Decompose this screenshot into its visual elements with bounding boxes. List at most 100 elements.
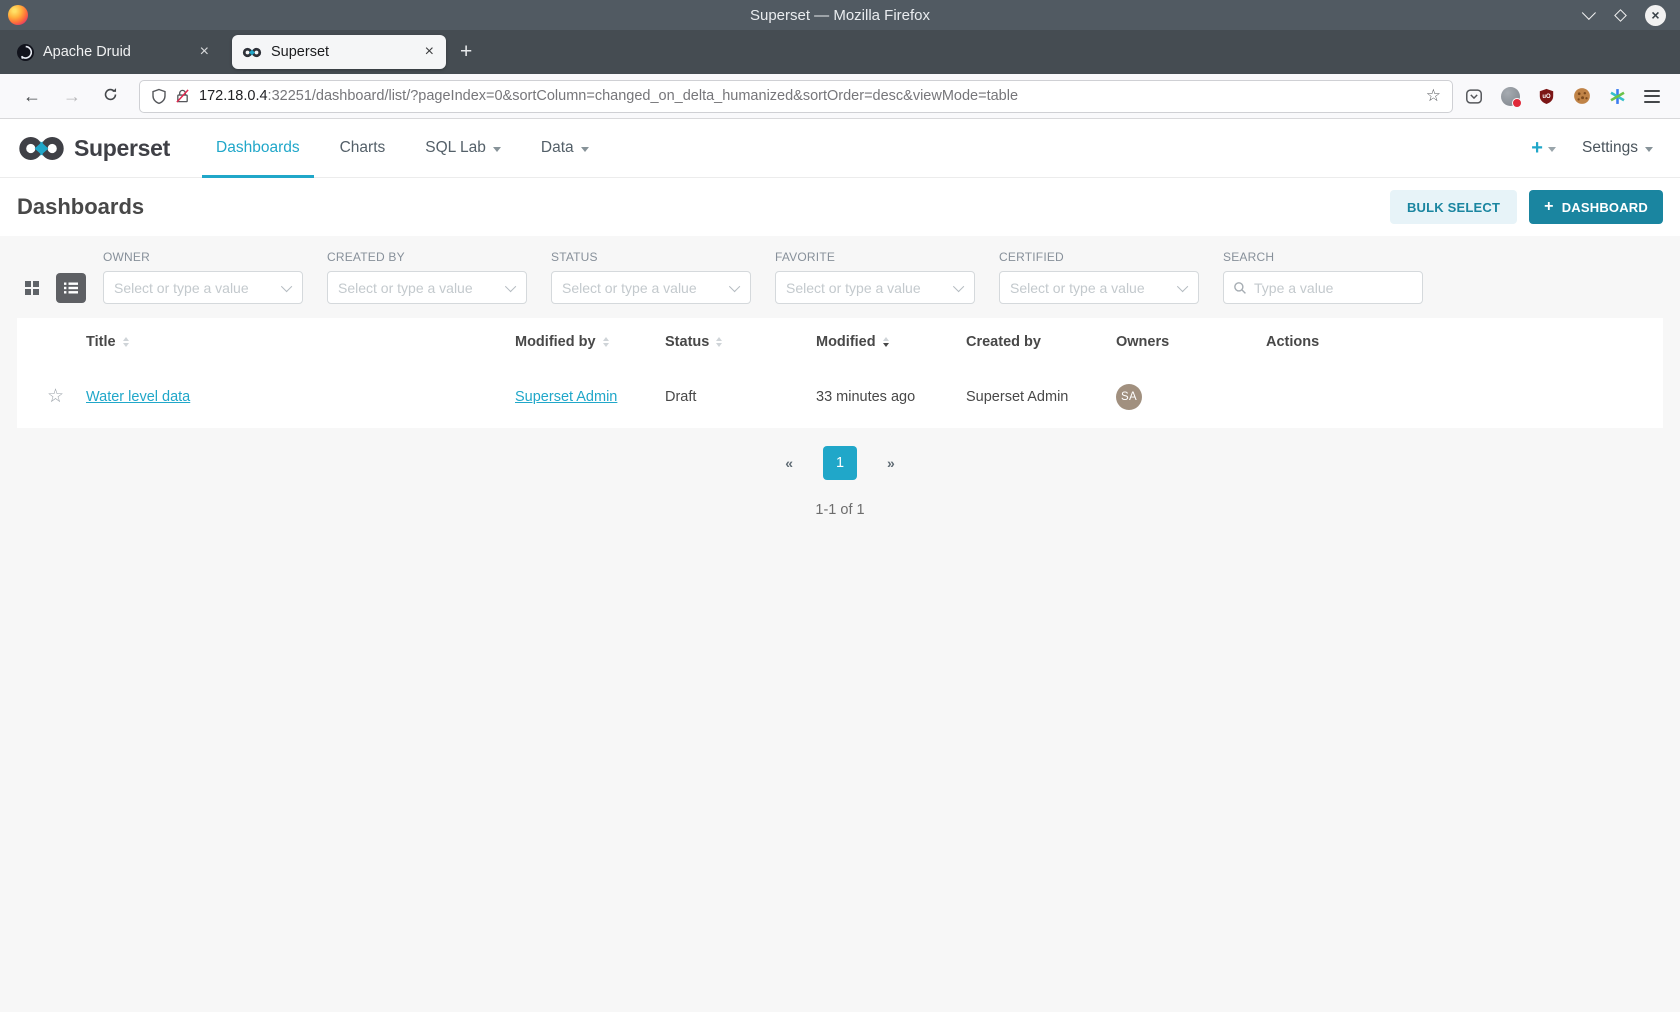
window-title: Superset — Mozilla Firefox bbox=[0, 7, 1680, 24]
new-dashboard-button[interactable]: + DASHBOARD bbox=[1529, 190, 1663, 224]
bulk-select-button[interactable]: BULK SELECT bbox=[1390, 190, 1517, 224]
settings-label: Settings bbox=[1582, 139, 1638, 157]
window-close-button[interactable]: × bbox=[1645, 5, 1666, 26]
filter-label: STATUS bbox=[551, 250, 751, 264]
window-minimize-button[interactable] bbox=[1586, 10, 1596, 20]
owner-select-input[interactable] bbox=[114, 280, 284, 296]
window-maximize-button[interactable] bbox=[1616, 11, 1625, 20]
favorite-select-input[interactable] bbox=[786, 280, 956, 296]
tab-apache-druid[interactable]: Apache Druid × bbox=[7, 35, 221, 69]
settings-dropdown[interactable]: Settings bbox=[1582, 139, 1653, 157]
url-bar[interactable]: 172.18.0.4:32251/dashboard/list/?pageInd… bbox=[139, 80, 1453, 113]
table-row: ☆ Water level data Superset Admin Draft … bbox=[17, 365, 1663, 428]
url-path: :32251/dashboard/list/?pageIndex=0&sortC… bbox=[268, 88, 1018, 104]
caret-down-icon bbox=[581, 147, 589, 152]
url-text[interactable]: 172.18.0.4:32251/dashboard/list/?pageInd… bbox=[199, 88, 1426, 104]
column-label: Modified bbox=[816, 334, 876, 350]
nav-label: Charts bbox=[340, 139, 386, 157]
pagination: « 1 » 1-1 of 1 bbox=[0, 446, 1680, 518]
svg-text:uO: uO bbox=[1542, 94, 1551, 100]
list-view-toggle[interactable] bbox=[56, 273, 86, 303]
created-by-select[interactable] bbox=[327, 271, 527, 304]
account-icon[interactable] bbox=[1501, 87, 1520, 106]
nav-item-charts[interactable]: Charts bbox=[326, 119, 400, 177]
diamond-icon bbox=[1614, 9, 1627, 22]
owner-select[interactable] bbox=[103, 271, 303, 304]
filter-label: SEARCH bbox=[1223, 250, 1423, 264]
new-item-dropdown[interactable]: + bbox=[1531, 137, 1556, 160]
page-header: Dashboards BULK SELECT + DASHBOARD bbox=[0, 178, 1680, 236]
ublock-icon[interactable]: uO bbox=[1538, 88, 1555, 105]
superset-logo[interactable]: Superset bbox=[17, 134, 170, 163]
column-label: Actions bbox=[1266, 334, 1319, 350]
tab-close-icon[interactable]: × bbox=[198, 43, 211, 61]
filter-label: CREATED BY bbox=[327, 250, 527, 264]
asterisk-extension-icon[interactable] bbox=[1609, 88, 1626, 105]
bookmark-star-icon[interactable]: ☆ bbox=[1426, 86, 1441, 106]
page-1-button[interactable]: 1 bbox=[823, 446, 857, 480]
content-area: OWNER CREATED BY STATUS FAVORITE bbox=[0, 236, 1680, 1012]
favorite-select[interactable] bbox=[775, 271, 975, 304]
superset-favicon-icon bbox=[242, 46, 262, 59]
status-select-input[interactable] bbox=[562, 280, 732, 296]
tab-label: Superset bbox=[271, 44, 423, 60]
header-title[interactable]: Title bbox=[86, 334, 515, 350]
shield-icon[interactable] bbox=[151, 88, 167, 105]
status-value: Draft bbox=[665, 389, 696, 405]
nav-label: Dashboards bbox=[216, 139, 300, 157]
filter-label: OWNER bbox=[103, 250, 303, 264]
header-created-by: Created by bbox=[966, 334, 1116, 350]
status-select[interactable] bbox=[551, 271, 751, 304]
filter-owner: OWNER bbox=[103, 250, 303, 304]
new-dashboard-label: DASHBOARD bbox=[1562, 200, 1648, 215]
grid-icon bbox=[24, 280, 40, 296]
browser-toolbar: ← → 172.18.0.4:32251/dashboard/list/?pag… bbox=[0, 74, 1680, 119]
created-by-value: Superset Admin bbox=[966, 389, 1068, 405]
search-input[interactable] bbox=[1254, 280, 1413, 296]
owner-avatar[interactable]: SA bbox=[1116, 384, 1142, 410]
certified-select-input[interactable] bbox=[1010, 280, 1180, 296]
druid-favicon-icon bbox=[17, 44, 34, 61]
next-page-button[interactable]: » bbox=[881, 451, 901, 475]
main-menu: Dashboards Charts SQL Lab Data bbox=[196, 119, 609, 177]
reload-icon[interactable] bbox=[103, 86, 118, 107]
nav-item-dashboards[interactable]: Dashboards bbox=[202, 119, 314, 177]
sort-icon-desc-active bbox=[883, 337, 889, 347]
card-view-toggle[interactable] bbox=[17, 273, 47, 303]
caret-down-icon bbox=[493, 147, 501, 152]
caret-down-icon bbox=[1548, 147, 1556, 152]
insecure-lock-icon[interactable] bbox=[175, 88, 190, 104]
nav-item-sql-lab[interactable]: SQL Lab bbox=[411, 119, 515, 177]
window-titlebar: Superset — Mozilla Firefox × bbox=[0, 0, 1680, 30]
tab-superset[interactable]: Superset × bbox=[232, 35, 446, 69]
back-icon[interactable]: ← bbox=[23, 86, 41, 107]
nav-label: Data bbox=[541, 139, 574, 157]
pocket-icon[interactable] bbox=[1465, 88, 1483, 105]
new-tab-button[interactable]: + bbox=[460, 40, 472, 64]
menu-hamburger-icon[interactable] bbox=[1644, 90, 1660, 103]
plus-icon: + bbox=[1544, 198, 1554, 216]
cookie-icon[interactable] bbox=[1573, 87, 1591, 105]
certified-select[interactable] bbox=[999, 271, 1199, 304]
filter-bar: OWNER CREATED BY STATUS FAVORITE bbox=[0, 236, 1680, 304]
column-label: Title bbox=[86, 334, 116, 350]
filter-search: SEARCH bbox=[1223, 250, 1423, 304]
filter-certified: CERTIFIED bbox=[999, 250, 1199, 304]
header-modified[interactable]: Modified bbox=[816, 334, 966, 350]
filter-status: STATUS bbox=[551, 250, 751, 304]
created-by-select-input[interactable] bbox=[338, 280, 508, 296]
header-status[interactable]: Status bbox=[665, 334, 816, 350]
sort-icon bbox=[716, 337, 722, 347]
filter-favorite: FAVORITE bbox=[775, 250, 975, 304]
dashboard-title-link[interactable]: Water level data bbox=[86, 389, 190, 405]
modified-by-link[interactable]: Superset Admin bbox=[515, 389, 617, 405]
nav-item-data[interactable]: Data bbox=[527, 119, 603, 177]
tab-label: Apache Druid bbox=[43, 44, 198, 60]
column-label: Status bbox=[665, 334, 709, 350]
header-modified-by[interactable]: Modified by bbox=[515, 334, 665, 350]
search-box[interactable] bbox=[1223, 271, 1423, 304]
prev-page-button[interactable]: « bbox=[779, 451, 799, 475]
filter-created-by: CREATED BY bbox=[327, 250, 527, 304]
tab-close-icon[interactable]: × bbox=[423, 43, 436, 61]
favorite-star-icon[interactable]: ☆ bbox=[47, 387, 64, 406]
